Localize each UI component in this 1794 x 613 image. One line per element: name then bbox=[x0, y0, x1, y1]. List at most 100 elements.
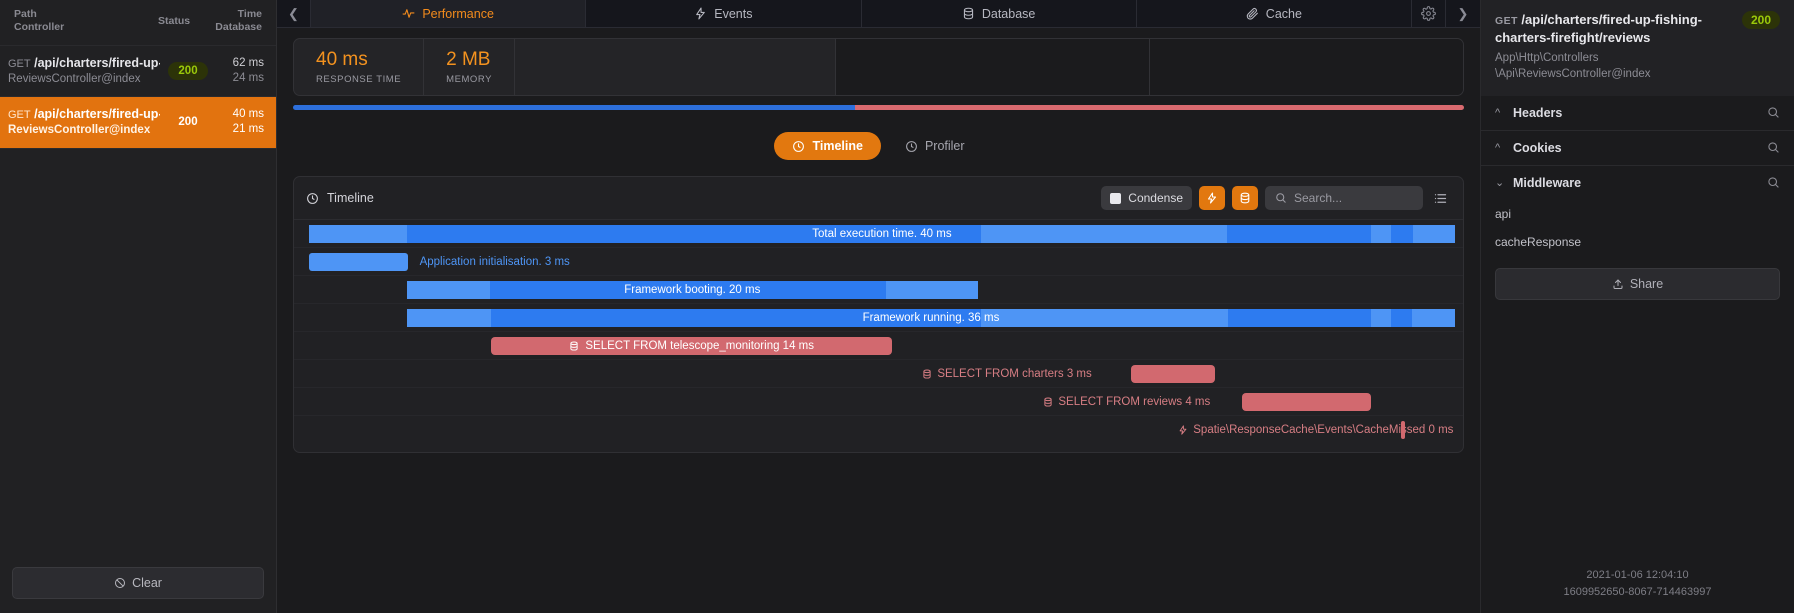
metrics-spacer bbox=[515, 39, 835, 95]
timeline-row[interactable]: Application initialisation. 3 ms bbox=[294, 248, 1463, 276]
details-panel: GET /api/charters/fired-up-fishing-chart… bbox=[1480, 0, 1794, 613]
filter-events-button[interactable] bbox=[1199, 186, 1225, 210]
metric-memory: 2 MB MEMORY bbox=[424, 39, 515, 95]
tab-database-label: Database bbox=[981, 6, 1036, 21]
timeline-row[interactable]: Framework running. 36 ms bbox=[294, 304, 1463, 332]
request-db-time: 21 ms bbox=[232, 123, 264, 136]
details-header: GET /api/charters/fired-up-fishing-chart… bbox=[1481, 0, 1794, 96]
response-time-value: 40 ms bbox=[316, 49, 368, 71]
search-input[interactable] bbox=[1294, 191, 1413, 205]
share-button-label: Share bbox=[1629, 276, 1664, 291]
request-id: 1609952650-8067-714463997 bbox=[1563, 585, 1712, 598]
search-icon bbox=[1275, 192, 1287, 204]
toggle-timeline-label: Timeline bbox=[812, 139, 863, 153]
column-header-database: Database bbox=[215, 21, 262, 34]
timeline-row[interactable]: SELECT FROM charters 3 ms bbox=[294, 360, 1463, 388]
view-toggle-group: Timeline Profiler bbox=[277, 132, 1480, 160]
database-icon bbox=[569, 340, 579, 351]
timeline-bar-label: SELECT FROM charters 3 ms bbox=[937, 367, 1092, 380]
chevron-left-icon[interactable]: ❮ bbox=[277, 0, 311, 27]
details-method: GET bbox=[1495, 15, 1518, 27]
search-icon[interactable] bbox=[1767, 176, 1780, 189]
metrics-row: 40 ms RESPONSE TIME 2 MB MEMORY 19 ms AP… bbox=[277, 28, 1480, 96]
section-headers[interactable]: ^ Headers bbox=[1481, 96, 1794, 131]
section-cookies[interactable]: ^ Cookies bbox=[1481, 131, 1794, 166]
memory-value: 2 MB bbox=[446, 49, 491, 71]
share-icon bbox=[1612, 278, 1624, 290]
tab-database[interactable]: Database bbox=[862, 0, 1137, 27]
timeline-bar-label: Framework booting. 20 ms bbox=[624, 283, 761, 296]
clear-button[interactable]: Clear bbox=[12, 567, 264, 599]
search-icon[interactable] bbox=[1767, 141, 1780, 154]
tab-events-label: Events bbox=[714, 6, 753, 21]
section-middleware[interactable]: ⌄ Middleware bbox=[1481, 166, 1794, 200]
details-url: /api/charters/fired-up-fishing-charters-… bbox=[1495, 12, 1702, 45]
share-section: Share bbox=[1481, 256, 1794, 300]
column-header-controller: Controller bbox=[14, 21, 65, 34]
metric-db: 21 ms DB bbox=[1149, 39, 1463, 95]
chevron-up-icon: ^ bbox=[1495, 141, 1501, 154]
condense-checkbox[interactable] bbox=[1110, 192, 1122, 204]
activity-icon bbox=[402, 7, 415, 20]
timeline-row[interactable]: Framework booting. 20 ms bbox=[294, 276, 1463, 304]
tab-events[interactable]: Events bbox=[586, 0, 862, 27]
section-cookies-label: Cookies bbox=[1513, 140, 1562, 155]
database-icon bbox=[922, 368, 932, 379]
timeline-panel: Timeline Condense Search... Total execut… bbox=[293, 176, 1464, 453]
request-time: 62 ms bbox=[232, 56, 264, 69]
column-header-time: Time bbox=[237, 8, 262, 20]
chevron-down-icon: ⌄ bbox=[1495, 177, 1505, 190]
tab-performance-label: Performance bbox=[422, 6, 494, 21]
timeline-search[interactable] bbox=[1265, 186, 1423, 210]
timeline-rows: Total execution time. 40 ms Application … bbox=[294, 220, 1463, 452]
clock-icon bbox=[306, 192, 319, 205]
request-path: /api/charters/fired-up-fishi bbox=[34, 55, 160, 70]
app-db-split-bar bbox=[293, 105, 1464, 110]
gear-icon[interactable] bbox=[1412, 0, 1446, 27]
clear-button-label: Clear bbox=[132, 576, 162, 590]
sidebar-footer: Clear bbox=[0, 557, 276, 613]
tab-bar: ❮ Performance Events Database Cache ❯ bbox=[277, 0, 1480, 28]
middleware-item: cacheResponse bbox=[1495, 234, 1582, 249]
tab-cache[interactable]: Cache bbox=[1137, 0, 1412, 27]
request-list-item-selected[interactable]: GET /api/charters/fired-up-fishi Reviews… bbox=[0, 97, 276, 149]
condense-label: Condense bbox=[1128, 191, 1183, 205]
timeline-row[interactable]: SELECT FROM telescope_monitoring 14 ms bbox=[294, 332, 1463, 360]
request-timestamp: 2021-01-06 12:04:10 bbox=[1586, 568, 1689, 581]
status-badge: 200 bbox=[178, 116, 198, 129]
request-timings: 40 ms 21 ms bbox=[216, 107, 264, 138]
clock-icon bbox=[792, 140, 805, 153]
response-time-label: RESPONSE TIME bbox=[316, 73, 402, 85]
details-status-badge: 200 bbox=[1741, 11, 1780, 29]
request-db-time: 24 ms bbox=[232, 72, 264, 85]
details-footer: 2021-01-06 12:04:10 1609952650-8067-7144… bbox=[1481, 567, 1794, 601]
column-header-path: Path bbox=[14, 8, 37, 20]
requests-sidebar: Path Controller Status Time Database GET… bbox=[0, 0, 277, 613]
zap-icon bbox=[694, 7, 707, 20]
request-list-item[interactable]: GET /api/charters/fired-up-fishi Reviews… bbox=[0, 45, 276, 98]
timeline-row[interactable]: Total execution time. 40 ms bbox=[294, 220, 1463, 248]
request-controller: ReviewsController@index bbox=[8, 124, 151, 137]
telescope-app: Path Controller Status Time Database GET… bbox=[0, 0, 1794, 613]
timeline-row[interactable]: Spatie\ResponseCache\Events\CacheMissed … bbox=[294, 416, 1463, 444]
toggle-timeline[interactable]: Timeline bbox=[774, 132, 881, 160]
toggle-profiler[interactable]: Profiler bbox=[887, 132, 983, 160]
database-icon bbox=[1043, 396, 1053, 407]
clock-icon bbox=[905, 140, 918, 153]
metric-response-time: 40 ms RESPONSE TIME bbox=[294, 39, 425, 95]
metric-app: 19 ms APP bbox=[835, 39, 1149, 95]
request-path: /api/charters/fired-up-fishi bbox=[34, 107, 160, 122]
condense-toggle[interactable]: Condense bbox=[1101, 186, 1192, 210]
chevron-right-icon[interactable]: ❯ bbox=[1446, 0, 1480, 27]
requests-table-header: Path Controller Status Time Database bbox=[0, 0, 276, 46]
split-db-segment bbox=[855, 105, 1464, 110]
search-icon[interactable] bbox=[1767, 106, 1780, 119]
timeline-bar-label: Application initialisation. 3 ms bbox=[419, 255, 570, 268]
timeline-row[interactable]: SELECT FROM reviews 4 ms bbox=[294, 388, 1463, 416]
tab-performance[interactable]: Performance bbox=[311, 0, 587, 27]
filter-database-button[interactable] bbox=[1232, 186, 1258, 210]
share-button[interactable]: Share bbox=[1495, 267, 1780, 300]
list-icon[interactable] bbox=[1430, 191, 1451, 206]
timeline-bar-label: Framework running. 36 ms bbox=[862, 311, 1000, 324]
split-app-segment bbox=[293, 105, 856, 110]
